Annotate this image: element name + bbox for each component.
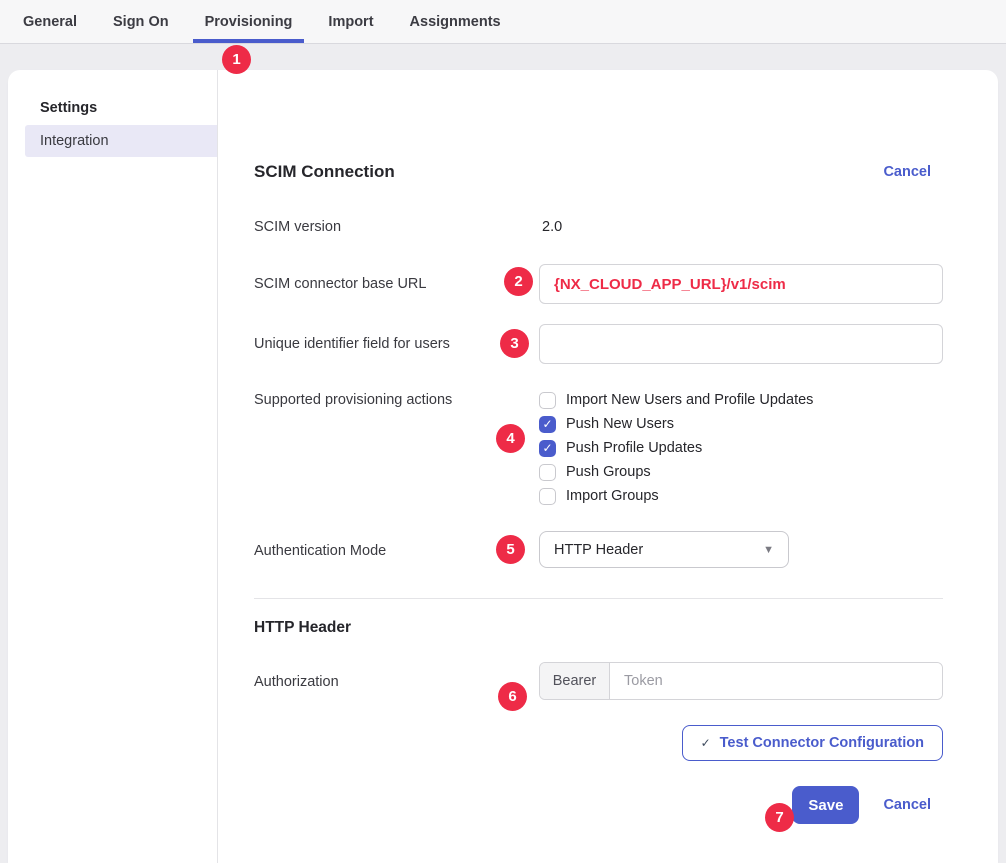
scim-version-label: SCIM version: [254, 215, 539, 239]
tab-provisioning[interactable]: Provisioning: [193, 0, 305, 43]
checkbox-push-profile-updates[interactable]: Push Profile Updates: [539, 436, 943, 460]
page-title: SCIM Connection: [254, 162, 395, 182]
cancel-link-bottom[interactable]: Cancel: [883, 797, 931, 813]
http-header-section-heading: HTTP Header: [254, 616, 943, 640]
checkbox-push-groups[interactable]: Push Groups: [539, 460, 943, 484]
unique-id-input[interactable]: [539, 324, 943, 364]
checkbox-import-new-users[interactable]: Import New Users and Profile Updates: [539, 388, 943, 412]
checkbox-icon[interactable]: [539, 416, 556, 433]
authorization-label: Authorization: [254, 662, 539, 694]
base-url-row: SCIM connector base URL: [254, 264, 943, 304]
app-tab-bar: General Sign On Provisioning Import Assi…: [0, 0, 1006, 44]
checkbox-label: Push New Users: [566, 416, 674, 432]
scim-version-value: 2.0: [539, 215, 562, 239]
step-badge-6: 6: [498, 682, 527, 711]
authorization-row: Authorization Bearer: [254, 662, 943, 700]
tab-general[interactable]: General: [11, 0, 89, 43]
checkbox-icon[interactable]: [539, 392, 556, 409]
test-connector-row: ✓ Test Connector Configuration: [254, 725, 943, 761]
sidebar-heading: Settings: [40, 96, 217, 120]
checkbox-label: Import Groups: [566, 488, 659, 504]
provisioning-actions-list: Import New Users and Profile Updates Pus…: [539, 388, 943, 508]
save-button[interactable]: Save: [792, 786, 859, 824]
step-badge-7: 7: [765, 803, 794, 832]
save-row: Save Cancel: [254, 786, 943, 824]
tab-assignments[interactable]: Assignments: [398, 0, 513, 43]
settings-sidebar: Settings Integration: [8, 70, 218, 863]
test-connector-button[interactable]: ✓ Test Connector Configuration: [682, 725, 943, 761]
auth-mode-selected-value: HTTP Header: [554, 542, 643, 558]
unique-id-label: Unique identifier field for users: [254, 324, 539, 356]
provisioning-actions-label: Supported provisioning actions: [254, 388, 539, 412]
bearer-prefix: Bearer: [540, 663, 610, 699]
chevron-down-icon: ▼: [763, 544, 774, 556]
tab-sign-on[interactable]: Sign On: [101, 0, 181, 43]
tab-import[interactable]: Import: [316, 0, 385, 43]
sidebar-item-integration[interactable]: Integration: [25, 125, 217, 157]
base-url-input[interactable]: [539, 264, 943, 304]
authorization-input-group: Bearer: [539, 662, 943, 700]
checkbox-icon[interactable]: [539, 440, 556, 457]
check-icon: ✓: [701, 736, 711, 750]
step-badge-4: 4: [496, 424, 525, 453]
scim-connection-form: SCIM Connection Cancel SCIM version 2.0 …: [218, 70, 998, 863]
scim-version-row: SCIM version 2.0: [254, 215, 943, 239]
step-badge-1: 1: [222, 45, 251, 74]
step-badge-3: 3: [500, 329, 529, 358]
test-connector-button-label: Test Connector Configuration: [720, 735, 924, 751]
cancel-link-top[interactable]: Cancel: [883, 164, 931, 180]
provisioning-card: Settings Integration SCIM Connection Can…: [8, 70, 998, 863]
checkbox-icon[interactable]: [539, 464, 556, 481]
unique-id-row: Unique identifier field for users: [254, 324, 943, 364]
provisioning-actions-row: Supported provisioning actions Import Ne…: [254, 388, 943, 508]
checkbox-label: Push Profile Updates: [566, 440, 702, 456]
checkbox-push-new-users[interactable]: Push New Users: [539, 412, 943, 436]
checkbox-label: Push Groups: [566, 464, 651, 480]
auth-mode-select[interactable]: HTTP Header ▼: [539, 531, 789, 568]
base-url-label: SCIM connector base URL: [254, 264, 539, 296]
step-badge-5: 5: [496, 535, 525, 564]
form-header: SCIM Connection Cancel: [254, 160, 943, 184]
token-input[interactable]: [610, 663, 942, 699]
checkbox-label: Import New Users and Profile Updates: [566, 392, 813, 408]
checkbox-icon[interactable]: [539, 488, 556, 505]
step-badge-2: 2: [504, 267, 533, 296]
checkbox-import-groups[interactable]: Import Groups: [539, 484, 943, 508]
section-divider: [254, 598, 943, 599]
auth-mode-row: Authentication Mode HTTP Header ▼: [254, 531, 943, 568]
